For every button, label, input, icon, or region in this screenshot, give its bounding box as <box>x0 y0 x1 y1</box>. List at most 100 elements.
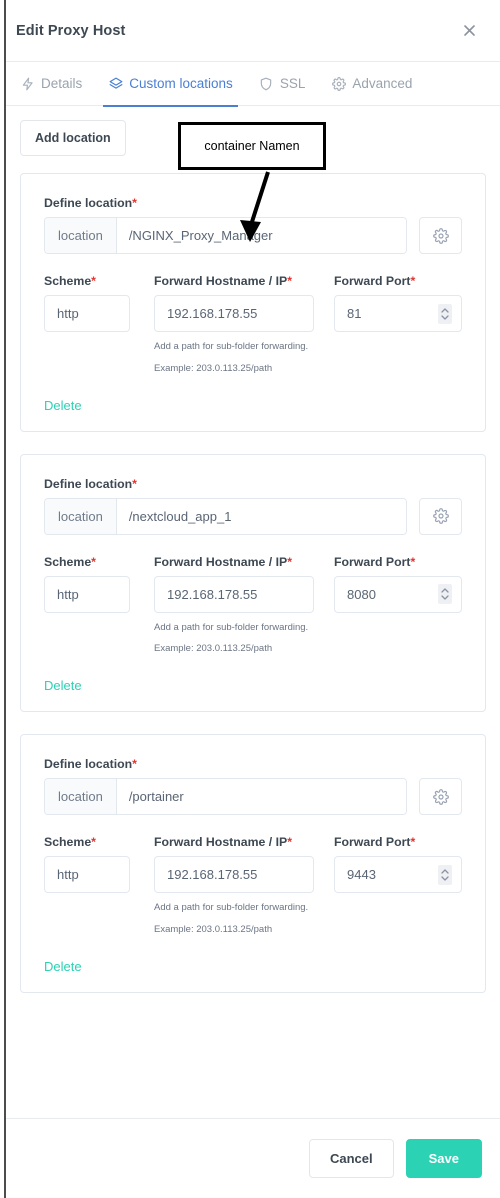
scheme-input[interactable] <box>44 295 130 332</box>
stepper-icon[interactable] <box>438 584 452 605</box>
forward-port-label-text: Forward Port <box>334 554 411 569</box>
define-location-text: Define location <box>44 196 133 210</box>
location-path-input[interactable] <box>116 218 406 253</box>
location-prefix-addon: location <box>45 218 117 253</box>
location-card: Define location* location <box>20 734 486 993</box>
required-asterisk: * <box>287 274 293 288</box>
gear-icon[interactable] <box>419 778 462 816</box>
annotation-callout: container Namen <box>178 122 326 170</box>
hostname-column: Forward Hostname / IP* Add a path for su… <box>154 835 334 937</box>
tab-advanced[interactable]: Advanced <box>318 62 425 106</box>
required-asterisk: * <box>410 554 416 569</box>
forward-port-label: Forward Port* <box>334 555 462 569</box>
port-column: Forward Port* <box>334 274 462 376</box>
location-prefix-addon: location <box>45 498 117 534</box>
hostname-column: Forward Hostname / IP* Add a path for su… <box>154 274 334 376</box>
forward-hostname-label-text: Forward Hostname / IP <box>154 274 288 288</box>
location-card: Define location * location <box>20 453 486 713</box>
port-column: Forward Port* <box>334 555 462 657</box>
location-input-row: location <box>44 217 462 254</box>
tab-ssl-label: SSL <box>279 76 306 91</box>
required-asterisk: * <box>91 554 96 569</box>
forward-hostname-input[interactable] <box>154 575 314 613</box>
forward-port-label: Forward Port* <box>334 274 462 288</box>
hostname-column: Forward Hostname / IP* Add a path for su… <box>154 555 334 657</box>
forward-hostname-label: Forward Hostname / IP* <box>154 835 334 849</box>
scheme-column: Scheme* <box>44 274 154 376</box>
required-asterisk: * <box>132 757 137 772</box>
modal-footer: Cancel Save <box>6 1118 500 1198</box>
tab-custom-locations[interactable]: Custom locations <box>95 62 246 107</box>
tab-details-label: Details <box>41 76 83 91</box>
required-asterisk: * <box>287 554 293 569</box>
delete-location-link[interactable]: Delete <box>44 398 82 413</box>
location-input-row: location <box>44 497 462 535</box>
forward-hostname-input[interactable] <box>154 295 314 332</box>
location-input-group: location <box>44 217 407 254</box>
forward-hostname-label-text: Forward Hostname / IP <box>154 554 288 569</box>
shield-icon <box>259 76 274 91</box>
forward-hostname-label-text: Forward Hostname / IP <box>154 835 288 850</box>
port-column: Forward Port* <box>334 835 462 937</box>
edit-proxy-host-modal: Edit Proxy Host Details Custom locations… <box>6 0 500 1198</box>
cancel-button[interactable]: Cancel <box>308 1139 394 1178</box>
required-asterisk: * <box>91 274 96 288</box>
location-input-group: location <box>44 497 407 535</box>
gear-icon[interactable] <box>419 497 462 535</box>
tab-details[interactable]: Details <box>16 62 95 106</box>
tab-ssl[interactable]: SSL <box>246 62 319 106</box>
port-input-wrapper <box>334 575 462 613</box>
required-asterisk: * <box>410 274 416 288</box>
location-path-input[interactable] <box>116 779 406 815</box>
scheme-label: Scheme* <box>44 555 154 569</box>
forward-hostname-input[interactable] <box>154 856 314 894</box>
required-asterisk: * <box>287 835 293 850</box>
define-location-text: Define location <box>44 476 133 491</box>
location-input-group: location <box>44 778 407 816</box>
scheme-label: Scheme* <box>44 835 154 849</box>
required-asterisk: * <box>91 835 96 850</box>
save-button[interactable]: Save <box>405 1139 482 1178</box>
gear-icon[interactable] <box>419 217 462 254</box>
hostname-helper-text: Add a path for sub-folder forwarding. Ex… <box>154 902 334 937</box>
delete-location-link[interactable]: Delete <box>44 959 82 974</box>
location-path-input[interactable] <box>116 498 406 534</box>
define-location-label: Define location* <box>44 757 462 771</box>
location-card: Define location* location <box>20 173 486 432</box>
helper-line-2: Example: 203.0.113.25/path <box>154 924 273 936</box>
add-location-button[interactable]: Add location <box>20 120 126 156</box>
port-input-wrapper <box>334 295 462 332</box>
required-asterisk: * <box>410 835 416 850</box>
stepper-icon[interactable] <box>438 303 452 324</box>
required-asterisk: * <box>132 196 137 210</box>
scheme-label-text: Scheme <box>44 554 92 569</box>
scheme-input[interactable] <box>44 856 130 894</box>
scheme-input[interactable] <box>44 575 130 613</box>
stepper-icon[interactable] <box>438 864 452 885</box>
gear-icon <box>331 76 346 91</box>
location-prefix-addon: location <box>45 779 117 815</box>
close-icon[interactable] <box>456 18 482 44</box>
tab-custom-locations-label: Custom locations <box>129 76 233 91</box>
location-input-row: location <box>44 778 462 816</box>
bolt-icon <box>20 76 35 91</box>
forward-port-label-text: Forward Port <box>334 835 411 850</box>
hostname-helper-text: Add a path for sub-folder forwarding. Ex… <box>154 341 334 376</box>
forward-settings-row: Scheme* Forward Hostname / IP* Add a pat… <box>44 555 462 657</box>
forward-port-label: Forward Port* <box>334 835 462 849</box>
port-input-wrapper <box>334 856 462 894</box>
helper-line-1: Add a path for sub-folder forwarding. <box>154 902 309 914</box>
scheme-column: Scheme* <box>44 835 154 937</box>
delete-location-link[interactable]: Delete <box>44 678 82 693</box>
modal-header: Edit Proxy Host <box>6 0 500 62</box>
forward-hostname-label: Forward Hostname / IP* <box>154 274 334 288</box>
scheme-label: Scheme* <box>44 274 154 288</box>
screen: Edit Proxy Host Details Custom locations… <box>0 0 500 1198</box>
forward-settings-row: Scheme* Forward Hostname / IP* Add a pat… <box>44 274 462 376</box>
page-title: Edit Proxy Host <box>16 22 126 39</box>
forward-hostname-label: Forward Hostname / IP* <box>154 555 334 569</box>
forward-port-label-text: Forward Port <box>334 274 411 288</box>
modal-body: Add location Define location* location /… <box>6 106 500 1118</box>
define-location-label: Define location* <box>44 196 462 210</box>
helper-line-1: Add a path for sub-folder forwarding. <box>154 341 309 352</box>
